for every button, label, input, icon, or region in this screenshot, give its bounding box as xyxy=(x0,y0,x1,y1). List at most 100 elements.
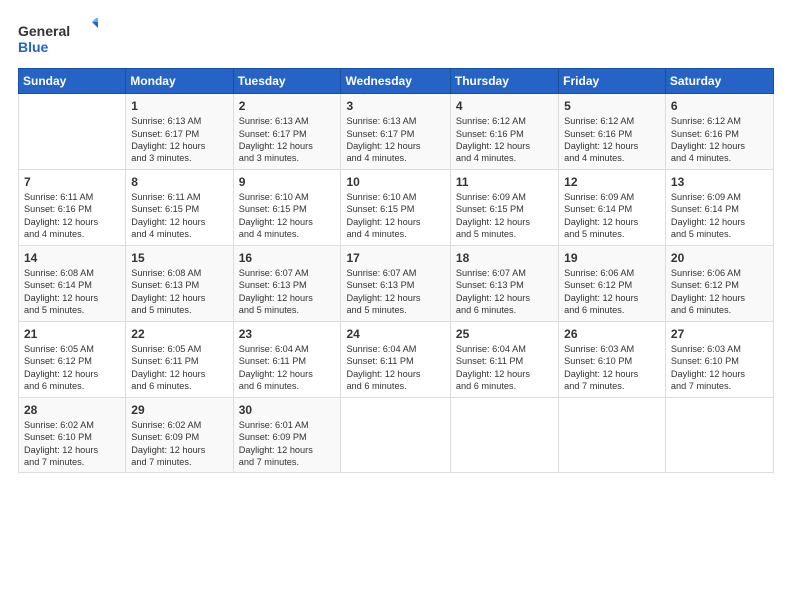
day-info: Sunrise: 6:12 AM Sunset: 6:16 PM Dayligh… xyxy=(671,115,768,165)
calendar-cell: 9Sunrise: 6:10 AM Sunset: 6:15 PM Daylig… xyxy=(233,169,341,245)
calendar-week-row: 14Sunrise: 6:08 AM Sunset: 6:14 PM Dayli… xyxy=(19,245,774,321)
day-number: 17 xyxy=(346,250,444,266)
calendar-day-header: Friday xyxy=(559,69,666,94)
calendar-cell: 16Sunrise: 6:07 AM Sunset: 6:13 PM Dayli… xyxy=(233,245,341,321)
day-number: 23 xyxy=(239,326,336,342)
day-number: 10 xyxy=(346,174,444,190)
day-number: 7 xyxy=(24,174,120,190)
day-info: Sunrise: 6:10 AM Sunset: 6:15 PM Dayligh… xyxy=(346,191,444,241)
day-number: 15 xyxy=(131,250,227,266)
day-info: Sunrise: 6:06 AM Sunset: 6:12 PM Dayligh… xyxy=(671,267,768,317)
day-number: 18 xyxy=(456,250,553,266)
calendar-cell xyxy=(19,94,126,170)
day-number: 30 xyxy=(239,402,336,418)
day-number: 12 xyxy=(564,174,660,190)
day-info: Sunrise: 6:08 AM Sunset: 6:14 PM Dayligh… xyxy=(24,267,120,317)
day-number: 24 xyxy=(346,326,444,342)
day-info: Sunrise: 6:10 AM Sunset: 6:15 PM Dayligh… xyxy=(239,191,336,241)
day-number: 16 xyxy=(239,250,336,266)
calendar-cell: 22Sunrise: 6:05 AM Sunset: 6:11 PM Dayli… xyxy=(126,321,233,397)
calendar-cell: 27Sunrise: 6:03 AM Sunset: 6:10 PM Dayli… xyxy=(665,321,773,397)
calendar-cell: 26Sunrise: 6:03 AM Sunset: 6:10 PM Dayli… xyxy=(559,321,666,397)
day-info: Sunrise: 6:13 AM Sunset: 6:17 PM Dayligh… xyxy=(346,115,444,165)
day-number: 27 xyxy=(671,326,768,342)
calendar-week-row: 28Sunrise: 6:02 AM Sunset: 6:10 PM Dayli… xyxy=(19,397,774,473)
day-info: Sunrise: 6:09 AM Sunset: 6:14 PM Dayligh… xyxy=(564,191,660,241)
calendar-cell: 14Sunrise: 6:08 AM Sunset: 6:14 PM Dayli… xyxy=(19,245,126,321)
day-info: Sunrise: 6:05 AM Sunset: 6:12 PM Dayligh… xyxy=(24,343,120,393)
calendar-cell: 3Sunrise: 6:13 AM Sunset: 6:17 PM Daylig… xyxy=(341,94,450,170)
day-number: 25 xyxy=(456,326,553,342)
day-info: Sunrise: 6:02 AM Sunset: 6:10 PM Dayligh… xyxy=(24,419,120,469)
calendar-week-row: 1Sunrise: 6:13 AM Sunset: 6:17 PM Daylig… xyxy=(19,94,774,170)
calendar-cell: 6Sunrise: 6:12 AM Sunset: 6:16 PM Daylig… xyxy=(665,94,773,170)
day-number: 14 xyxy=(24,250,120,266)
logo-svg: General Blue xyxy=(18,18,98,58)
calendar-day-header: Tuesday xyxy=(233,69,341,94)
day-info: Sunrise: 6:12 AM Sunset: 6:16 PM Dayligh… xyxy=(456,115,553,165)
calendar-cell: 1Sunrise: 6:13 AM Sunset: 6:17 PM Daylig… xyxy=(126,94,233,170)
day-number: 4 xyxy=(456,98,553,114)
day-number: 26 xyxy=(564,326,660,342)
day-number: 13 xyxy=(671,174,768,190)
calendar-cell: 19Sunrise: 6:06 AM Sunset: 6:12 PM Dayli… xyxy=(559,245,666,321)
day-number: 21 xyxy=(24,326,120,342)
day-info: Sunrise: 6:06 AM Sunset: 6:12 PM Dayligh… xyxy=(564,267,660,317)
calendar-cell: 12Sunrise: 6:09 AM Sunset: 6:14 PM Dayli… xyxy=(559,169,666,245)
calendar-cell: 10Sunrise: 6:10 AM Sunset: 6:15 PM Dayli… xyxy=(341,169,450,245)
day-number: 22 xyxy=(131,326,227,342)
calendar-day-header: Sunday xyxy=(19,69,126,94)
day-info: Sunrise: 6:05 AM Sunset: 6:11 PM Dayligh… xyxy=(131,343,227,393)
day-number: 2 xyxy=(239,98,336,114)
day-number: 1 xyxy=(131,98,227,114)
day-info: Sunrise: 6:09 AM Sunset: 6:14 PM Dayligh… xyxy=(671,191,768,241)
day-info: Sunrise: 6:08 AM Sunset: 6:13 PM Dayligh… xyxy=(131,267,227,317)
day-info: Sunrise: 6:12 AM Sunset: 6:16 PM Dayligh… xyxy=(564,115,660,165)
calendar-header-row: SundayMondayTuesdayWednesdayThursdayFrid… xyxy=(19,69,774,94)
day-info: Sunrise: 6:07 AM Sunset: 6:13 PM Dayligh… xyxy=(239,267,336,317)
calendar-cell xyxy=(559,397,666,473)
day-info: Sunrise: 6:02 AM Sunset: 6:09 PM Dayligh… xyxy=(131,419,227,469)
calendar-week-row: 7Sunrise: 6:11 AM Sunset: 6:16 PM Daylig… xyxy=(19,169,774,245)
calendar-cell: 24Sunrise: 6:04 AM Sunset: 6:11 PM Dayli… xyxy=(341,321,450,397)
calendar-cell: 5Sunrise: 6:12 AM Sunset: 6:16 PM Daylig… xyxy=(559,94,666,170)
calendar-day-header: Monday xyxy=(126,69,233,94)
calendar-cell: 15Sunrise: 6:08 AM Sunset: 6:13 PM Dayli… xyxy=(126,245,233,321)
calendar-cell xyxy=(450,397,558,473)
day-number: 11 xyxy=(456,174,553,190)
day-info: Sunrise: 6:01 AM Sunset: 6:09 PM Dayligh… xyxy=(239,419,336,469)
calendar-cell: 17Sunrise: 6:07 AM Sunset: 6:13 PM Dayli… xyxy=(341,245,450,321)
calendar-cell: 28Sunrise: 6:02 AM Sunset: 6:10 PM Dayli… xyxy=(19,397,126,473)
calendar-cell: 18Sunrise: 6:07 AM Sunset: 6:13 PM Dayli… xyxy=(450,245,558,321)
day-info: Sunrise: 6:13 AM Sunset: 6:17 PM Dayligh… xyxy=(131,115,227,165)
day-number: 28 xyxy=(24,402,120,418)
day-number: 6 xyxy=(671,98,768,114)
day-number: 9 xyxy=(239,174,336,190)
calendar-cell: 29Sunrise: 6:02 AM Sunset: 6:09 PM Dayli… xyxy=(126,397,233,473)
calendar-day-header: Thursday xyxy=(450,69,558,94)
calendar-day-header: Saturday xyxy=(665,69,773,94)
day-info: Sunrise: 6:11 AM Sunset: 6:16 PM Dayligh… xyxy=(24,191,120,241)
day-info: Sunrise: 6:13 AM Sunset: 6:17 PM Dayligh… xyxy=(239,115,336,165)
calendar-cell: 2Sunrise: 6:13 AM Sunset: 6:17 PM Daylig… xyxy=(233,94,341,170)
calendar-cell xyxy=(665,397,773,473)
calendar-cell: 21Sunrise: 6:05 AM Sunset: 6:12 PM Dayli… xyxy=(19,321,126,397)
calendar-week-row: 21Sunrise: 6:05 AM Sunset: 6:12 PM Dayli… xyxy=(19,321,774,397)
day-info: Sunrise: 6:04 AM Sunset: 6:11 PM Dayligh… xyxy=(346,343,444,393)
calendar-day-header: Wednesday xyxy=(341,69,450,94)
day-number: 20 xyxy=(671,250,768,266)
day-info: Sunrise: 6:03 AM Sunset: 6:10 PM Dayligh… xyxy=(671,343,768,393)
calendar-cell: 4Sunrise: 6:12 AM Sunset: 6:16 PM Daylig… xyxy=(450,94,558,170)
day-info: Sunrise: 6:07 AM Sunset: 6:13 PM Dayligh… xyxy=(456,267,553,317)
day-info: Sunrise: 6:11 AM Sunset: 6:15 PM Dayligh… xyxy=(131,191,227,241)
day-number: 5 xyxy=(564,98,660,114)
calendar-cell: 25Sunrise: 6:04 AM Sunset: 6:11 PM Dayli… xyxy=(450,321,558,397)
day-info: Sunrise: 6:09 AM Sunset: 6:15 PM Dayligh… xyxy=(456,191,553,241)
day-number: 29 xyxy=(131,402,227,418)
calendar-cell: 8Sunrise: 6:11 AM Sunset: 6:15 PM Daylig… xyxy=(126,169,233,245)
calendar-table: SundayMondayTuesdayWednesdayThursdayFrid… xyxy=(18,68,774,473)
logo: General Blue xyxy=(18,18,98,58)
calendar-cell: 20Sunrise: 6:06 AM Sunset: 6:12 PM Dayli… xyxy=(665,245,773,321)
svg-text:Blue: Blue xyxy=(18,39,49,55)
day-number: 19 xyxy=(564,250,660,266)
